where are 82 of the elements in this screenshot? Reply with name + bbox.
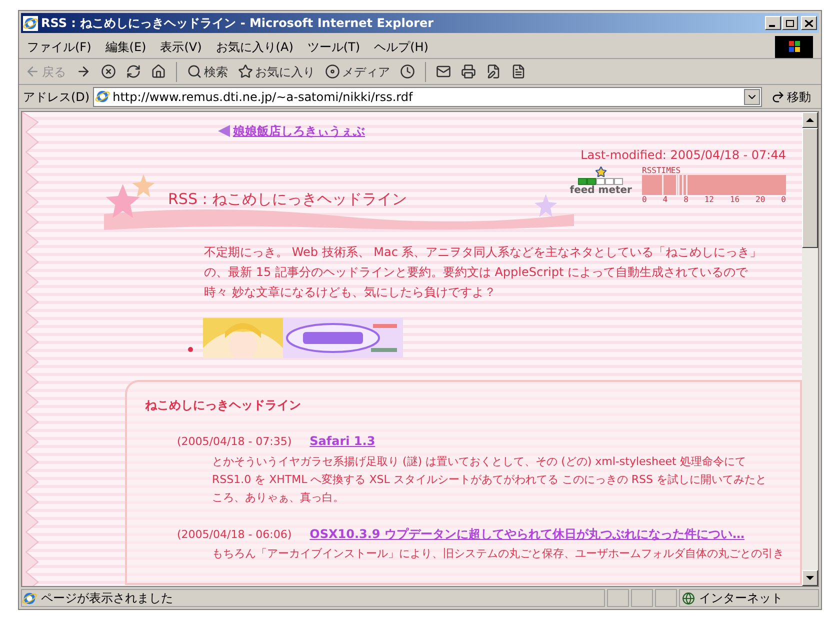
discuss-button[interactable] bbox=[511, 64, 526, 79]
maximize-icon bbox=[786, 20, 794, 26]
rss-times-title: RSSTIMES bbox=[642, 166, 682, 175]
stop-button[interactable] bbox=[101, 64, 116, 79]
summary-line: ころ、ありゃぁ、真っ白。 bbox=[212, 490, 345, 506]
status-pane bbox=[655, 589, 677, 607]
summary-line: RSS1.0 を XHTML へ変換する XSL スタイルシートがあてがわれてる このにっきの RSS を試しに開いてみたと bbox=[212, 472, 768, 488]
media-button[interactable]: メディア bbox=[325, 62, 390, 80]
printer-icon bbox=[461, 64, 476, 79]
print-button[interactable] bbox=[461, 64, 476, 79]
address-field[interactable]: http://www.remus.dti.ne.jp/~a-satomi/nikki/rss.rdf bbox=[92, 86, 762, 106]
ie-logo-icon bbox=[23, 16, 38, 30]
bullet-icon bbox=[188, 347, 193, 352]
description-line: 時々 妙な文章になるけども、気にしたら負けですよ？ bbox=[204, 284, 497, 301]
search-button[interactable]: 検索 bbox=[187, 62, 228, 80]
window-title: RSS : ねこめしにっきヘッドライン - Microsoft Internet Explorer bbox=[41, 15, 434, 32]
clock-icon bbox=[400, 64, 415, 79]
status-pane bbox=[607, 589, 629, 607]
close-icon bbox=[805, 20, 813, 26]
menu-item[interactable]: お気に入り(A) bbox=[216, 38, 294, 56]
forward-button[interactable] bbox=[76, 64, 91, 79]
history-button[interactable] bbox=[400, 64, 415, 79]
left-arrow-icon bbox=[218, 125, 230, 137]
maximize-button[interactable] bbox=[782, 16, 798, 30]
edit-button[interactable] bbox=[486, 64, 501, 79]
scroll-thumb[interactable] bbox=[802, 128, 818, 248]
menu-item[interactable]: ツール(T) bbox=[307, 38, 360, 56]
tick-label: 0 bbox=[781, 195, 786, 204]
mail-icon bbox=[436, 64, 451, 79]
description-line: 不定期にっき。 Web 技術系、 Mac 系、アニヲタ同人系などを主なネタとしている「ねこめしにっき」 bbox=[204, 244, 763, 261]
scrollbar[interactable] bbox=[802, 112, 818, 586]
star-icon bbox=[594, 166, 607, 178]
status-text: ページが表示されました bbox=[41, 590, 173, 607]
home-icon bbox=[151, 64, 166, 79]
search-icon bbox=[187, 64, 202, 79]
close-button[interactable] bbox=[801, 16, 817, 30]
entry-link[interactable]: Safari 1.3 bbox=[310, 432, 376, 450]
scroll-up-icon[interactable] bbox=[806, 118, 814, 122]
entry-date: (2005/04/18 - 07:35) bbox=[177, 434, 292, 450]
tick-label: 4 bbox=[662, 195, 668, 204]
edit-icon bbox=[486, 64, 501, 79]
globe-icon bbox=[682, 592, 695, 604]
stop-icon bbox=[101, 64, 116, 79]
windows-logo-icon bbox=[775, 36, 813, 58]
ie-logo-icon bbox=[94, 89, 110, 104]
tick-label: 8 bbox=[684, 195, 688, 204]
refresh-icon bbox=[126, 64, 141, 79]
ie-logo-icon bbox=[22, 590, 37, 606]
document-icon bbox=[511, 64, 526, 79]
go-arrow-icon bbox=[771, 90, 785, 104]
tick-label: 20 bbox=[756, 195, 766, 204]
tick-label: 12 bbox=[704, 195, 714, 204]
nav-link[interactable]: 娘娘飯店しろきぃうぇぶ bbox=[233, 122, 365, 140]
forward-icon bbox=[76, 64, 91, 79]
menu-item[interactable]: ヘルプ(H) bbox=[374, 38, 428, 56]
home-button[interactable] bbox=[151, 64, 166, 79]
favorites-button[interactable]: お気に入り bbox=[238, 62, 315, 80]
page-heading: RSS : ねこめしにっきヘッドライン bbox=[168, 189, 408, 210]
go-button[interactable]: 移動 bbox=[765, 88, 817, 106]
menu-item[interactable]: 編集(E) bbox=[105, 38, 146, 56]
feed-meter-label: feed meter bbox=[570, 185, 632, 196]
mail-button[interactable] bbox=[436, 64, 451, 79]
back-icon bbox=[25, 64, 40, 79]
scroll-down-icon[interactable] bbox=[806, 576, 814, 580]
summary-line: もちろん「アーカイブインストール」により、旧システムの丸ごと保存、ユーザホームフォルダ自体の丸ごとの引き bbox=[212, 546, 785, 562]
entry-date: (2005/04/18 - 06:06) bbox=[177, 526, 292, 542]
description-line: の、最新 15 記事分のヘッドラインと要約。要約文は AppleScript によって自動生成されているので bbox=[204, 264, 749, 281]
tick-label: 16 bbox=[730, 195, 740, 204]
summary-line: とかそういうイヤガラセ系揚げ足取り (謎) は置いておくとして、その (どの) xml-stylesheet 処理命令にて bbox=[212, 454, 747, 470]
menu-item[interactable]: 表示(V) bbox=[160, 38, 202, 56]
entry-link[interactable]: OSX10.3.9 ウプデータンに超してやられて休日が丸つぶれになった件につい… bbox=[310, 524, 744, 542]
menu-item[interactable]: ファイル(F) bbox=[27, 38, 92, 56]
zone-text: インターネット bbox=[699, 590, 783, 607]
last-modified: Last-modified: 2005/04/18 - 07:44 bbox=[580, 147, 787, 164]
disc-icon bbox=[325, 64, 340, 79]
star-icon bbox=[238, 64, 253, 79]
address-label: アドレス(D) bbox=[23, 88, 90, 106]
minimize-button[interactable] bbox=[765, 16, 781, 30]
refresh-button[interactable] bbox=[126, 64, 141, 79]
tick-label: 0 bbox=[642, 195, 647, 204]
headlines-title: ねこめしにっきヘッドライン bbox=[145, 397, 302, 414]
status-pane bbox=[631, 589, 653, 607]
